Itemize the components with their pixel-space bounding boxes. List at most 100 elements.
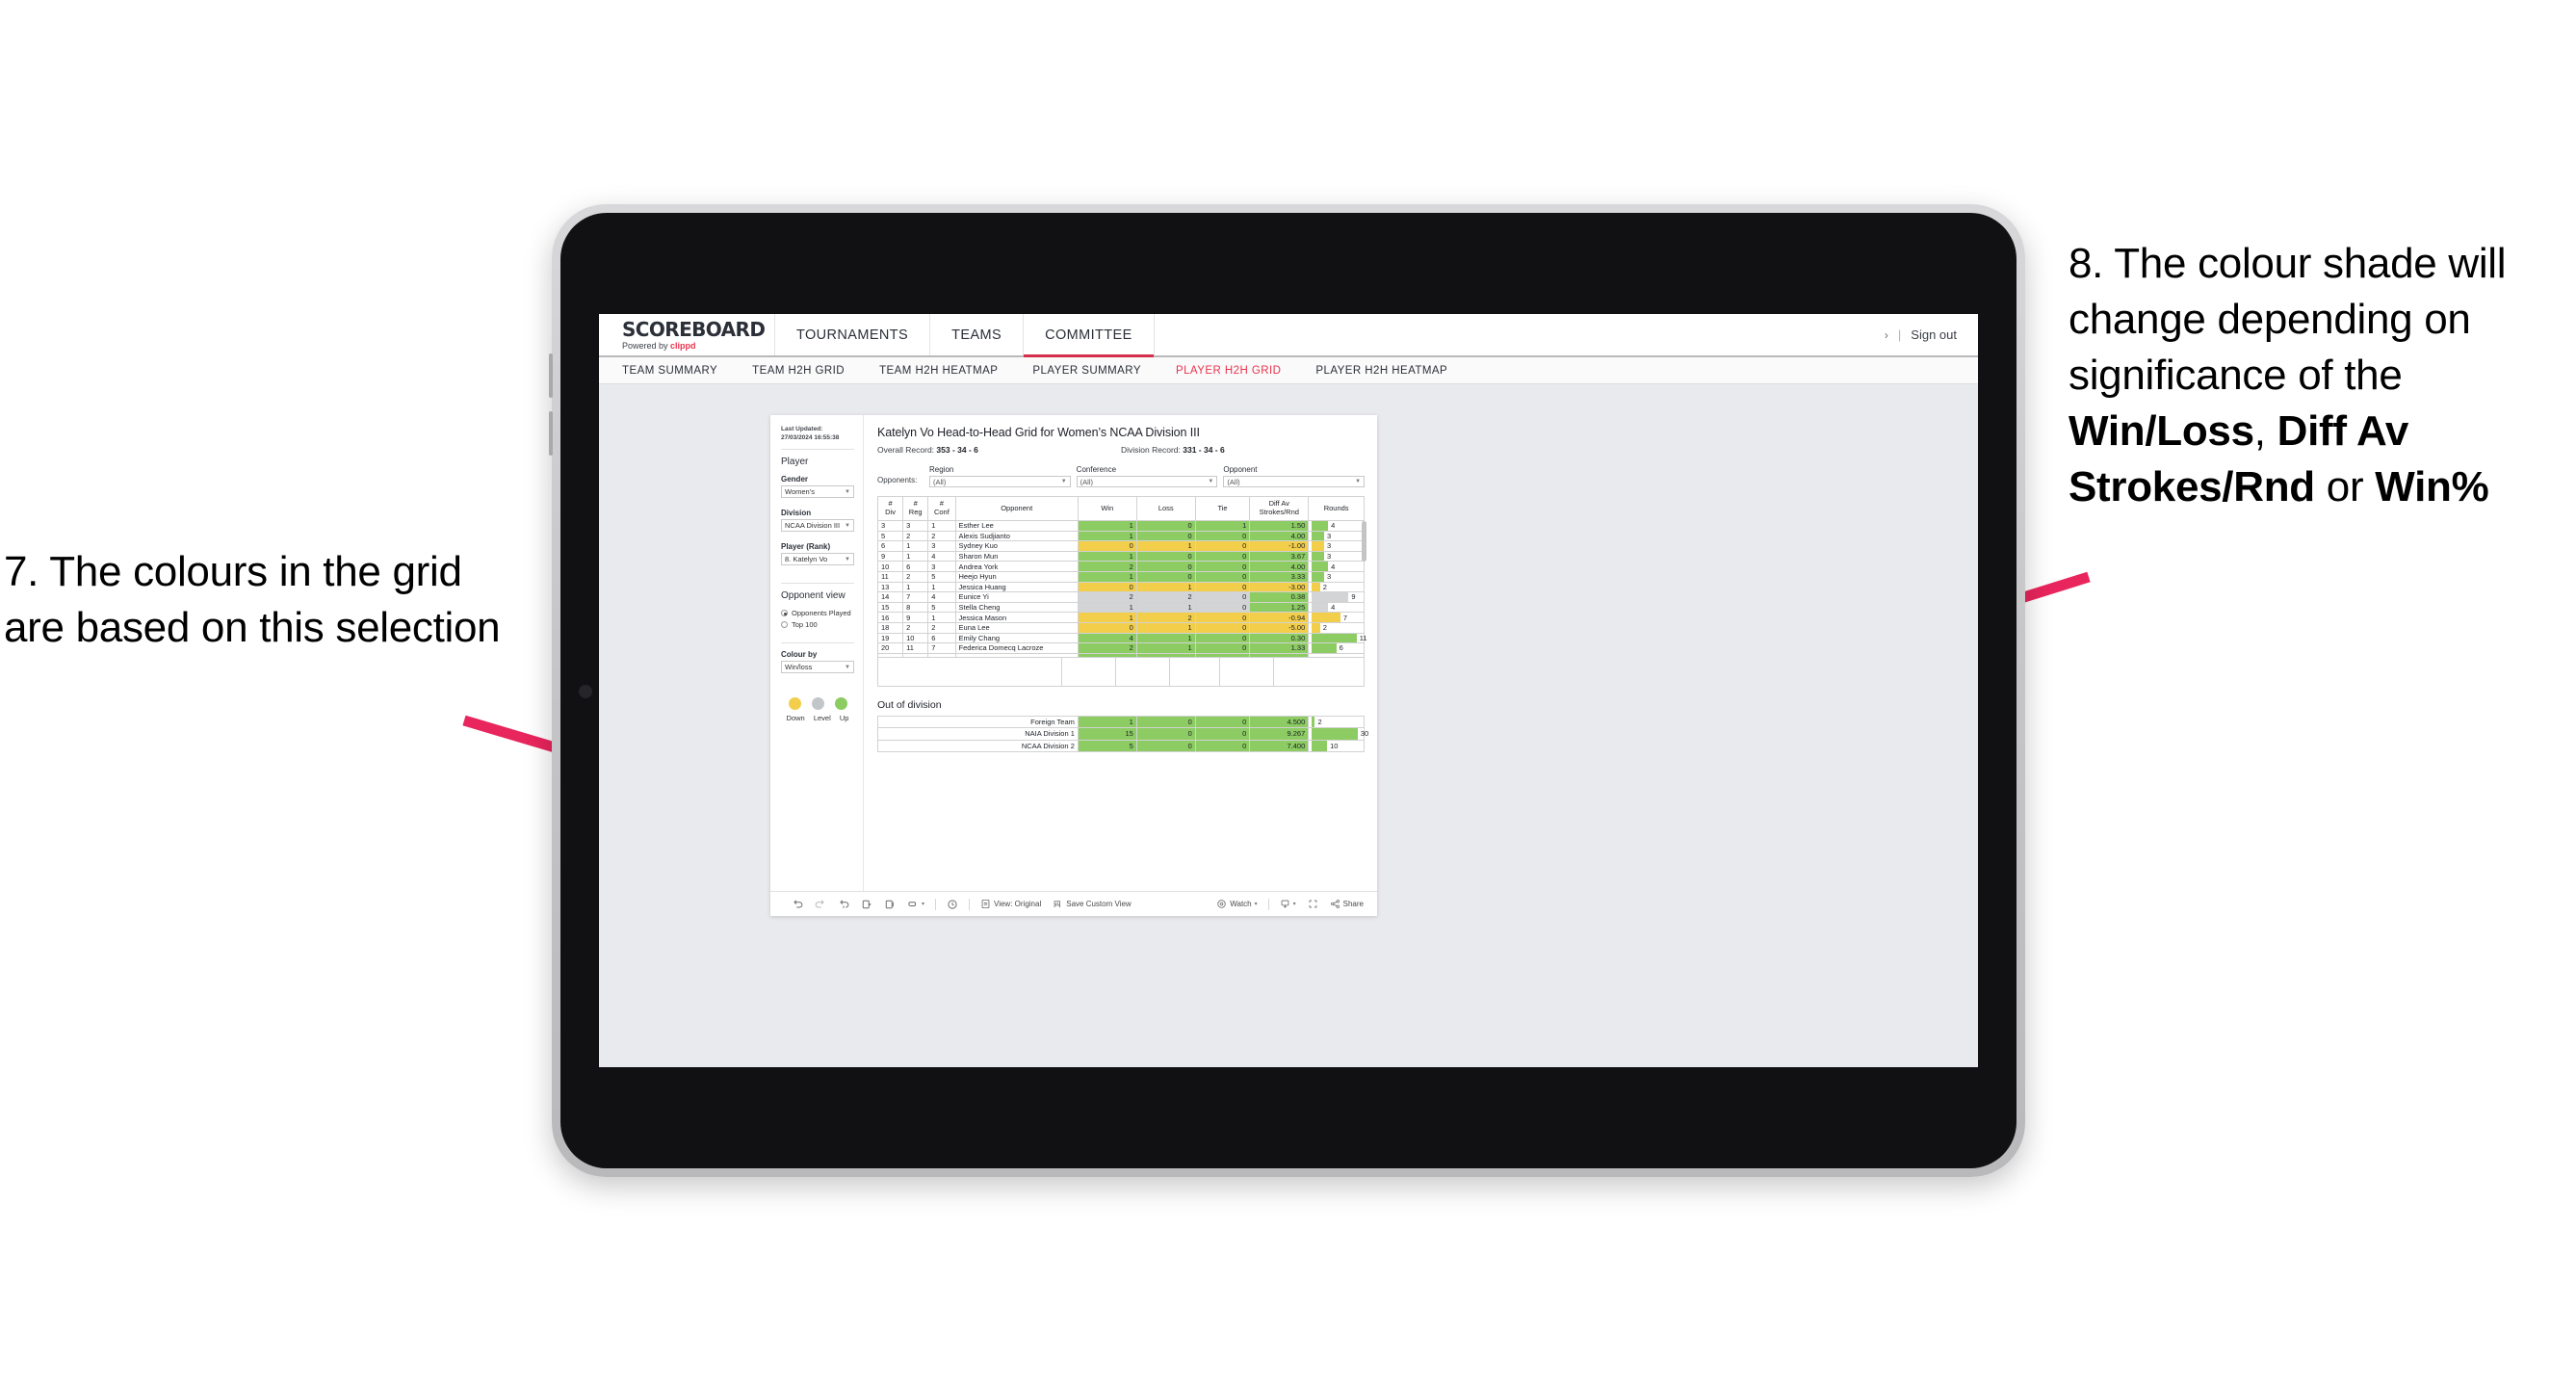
cell-win: 0 [1077, 540, 1137, 552]
conference-filter-select[interactable]: (All) ▼ [1076, 476, 1218, 487]
logo-wordmark: SCOREBOARD [622, 317, 766, 341]
view-original-button[interactable]: View: Original [975, 899, 1047, 909]
table-row[interactable]: 6 1 3 Sydney Kuo 0 1 0 -1.00 3 [876, 540, 1365, 552]
table-row[interactable]: 13 1 1 Jessica Huang 0 1 0 -3.00 2 [876, 581, 1365, 593]
cell-rounds: 3 [1308, 570, 1365, 583]
nav-item-committee[interactable]: COMMITTEE [1024, 314, 1155, 357]
rounds-value: 9 [1351, 592, 1356, 602]
cell-diff-av-strokes: 3.33 [1249, 570, 1310, 583]
app-logo[interactable]: SCOREBOARD Powered by clippd [599, 314, 775, 355]
out-of-division-row[interactable]: NAIA Division 1 15 0 0 9.267 30 [877, 727, 1369, 741]
out-of-division-title: Out of division [877, 698, 942, 711]
table-row[interactable]: 9 1 4 Sharon Mun 1 0 0 3.67 3 [876, 550, 1365, 562]
download-button[interactable]: ▾ [1274, 899, 1302, 909]
out-of-division-row[interactable]: Foreign Team 1 0 0 4.500 2 [877, 715, 1365, 729]
subnav-item-player-h2h-grid[interactable]: PLAYER H2H GRID [1176, 365, 1281, 377]
undo-button[interactable] [786, 899, 809, 910]
cell-ood-tie: 0 [1194, 715, 1251, 729]
tablet-screen: SCOREBOARD Powered by clippd TOURNAMENTS… [599, 314, 1978, 1067]
view-shape-button[interactable]: ▾ [901, 899, 930, 910]
sidebar-divider-3 [781, 642, 854, 644]
colour-by-label: Colour by [781, 650, 818, 660]
chevron-down-icon: ▾ [1254, 902, 1258, 907]
out-of-division-row[interactable]: NCAA Division 2 5 0 0 7.400 10 [877, 739, 1365, 753]
cell-loss: 0 [1135, 550, 1196, 562]
chevron-down-icon: ▼ [1355, 479, 1362, 484]
nav-item-teams-label: TEAMS [951, 327, 1002, 343]
cell-rounds: 4 [1308, 520, 1365, 532]
cell-win: 1 [1077, 612, 1137, 623]
chevron-right-icon[interactable]: › [1885, 328, 1888, 342]
table-row[interactable]: 10 6 3 Andrea York 2 0 0 4.00 4 [876, 561, 1365, 572]
colour-by-select[interactable]: Win/loss ▼ [781, 661, 854, 674]
cell-div: 14 [876, 591, 904, 603]
cell-loss: 2 [1135, 612, 1196, 623]
cell-win: 0 [1077, 581, 1137, 593]
subnav-item-team-h2h-heatmap[interactable]: TEAM H2H HEATMAP [879, 365, 998, 377]
legend-label-down: Down [786, 714, 805, 723]
table-row[interactable]: 19 10 6 Emily Chang 4 1 0 0.30 11 [876, 632, 1367, 644]
rounds-bar [1312, 613, 1340, 622]
history-button[interactable] [941, 899, 964, 910]
col-rounds: Rounds [1308, 496, 1365, 521]
refresh-button[interactable] [855, 899, 878, 910]
table-row[interactable]: 11 2 5 Heejo Hyun 1 0 0 3.33 3 [876, 570, 1365, 583]
cell-conf: 1 [927, 520, 956, 532]
annotation-8-bold-winpct: Win% [2375, 463, 2489, 511]
redo-button[interactable] [809, 899, 832, 910]
division-select[interactable]: NCAA Division III ▼ [781, 519, 854, 533]
screenshot-stage: 7. The colours in the grid are based on … [0, 0, 2576, 1386]
share-label: Share [1342, 900, 1364, 908]
h2h-grid-wrapper: # Div # Reg # Conf Opponent Win Loss Tie Di… [876, 496, 1367, 687]
cell-ood-name: Foreign Team [877, 715, 1079, 729]
table-row[interactable]: 20 11 7 Federica Domecq Lacroze 2 1 0 1.33 6 [876, 642, 1365, 654]
cell-rounds: 9 [1308, 591, 1365, 603]
cell-ood-loss: 0 [1135, 739, 1196, 753]
grid-scrollbar[interactable] [1362, 521, 1366, 562]
save-custom-view-button[interactable]: Save Custom View [1047, 899, 1136, 909]
gender-select[interactable]: Women’s ▼ [781, 485, 854, 499]
table-row[interactable]: 3 3 1 Esther Lee 1 0 1 1.50 4 [876, 520, 1365, 532]
overall-record: Overall Record: 353 - 34 - 6 [877, 445, 1121, 455]
rounds-value: 3 [1326, 541, 1332, 551]
cell-opponent: Esther Lee [954, 520, 1079, 532]
table-row[interactable]: 15 8 5 Stella Cheng 1 1 0 1.25 4 [876, 601, 1365, 614]
watch-button[interactable]: Watch ▾ [1210, 899, 1262, 909]
pause-updates-button[interactable] [878, 899, 901, 910]
opponent-filter-select[interactable]: (All) ▼ [1223, 476, 1366, 487]
subnav-item-player-h2h-heatmap[interactable]: PLAYER H2H HEATMAP [1315, 365, 1447, 377]
cell-ood-rounds: 10 [1308, 739, 1365, 753]
page-title: Katelyn Vo Head-to-Head Grid for Women’s… [877, 426, 1200, 439]
rounds-bar-cell: 2 [1312, 716, 1361, 728]
sign-out-link[interactable]: Sign out [1911, 327, 1957, 342]
cell-ood-win: 1 [1077, 715, 1137, 729]
rounds-value: 30 [1360, 729, 1369, 739]
col-tie: Tie [1194, 496, 1251, 521]
opponent-filter: Opponent (All) ▼ [1223, 465, 1366, 487]
table-row[interactable]: 5 2 2 Alexis Sudjianto 1 0 0 4.00 3 [876, 530, 1365, 542]
share-button[interactable]: Share [1324, 899, 1377, 909]
radio-opponents-played[interactable]: Opponents Played [781, 609, 854, 617]
table-row[interactable]: 14 7 4 Eunice Yi 2 2 0 0.38 9 [876, 591, 1365, 603]
nav-item-teams[interactable]: TEAMS [930, 314, 1025, 355]
player-rank-select[interactable]: 8. Katelyn Vo ▼ [781, 553, 854, 566]
radio-top-100[interactable]: Top 100 [781, 620, 854, 629]
region-filter-label: Region [929, 465, 954, 474]
tablet-bezel: SCOREBOARD Powered by clippd TOURNAMENTS… [560, 213, 2017, 1168]
col-div-line2: Div [885, 508, 896, 516]
chevron-down-icon: ▼ [845, 522, 850, 529]
table-row[interactable]: 16 9 1 Jessica Mason 1 2 0 -0.94 7 [876, 612, 1365, 623]
cell-win: 1 [1077, 520, 1137, 532]
table-row[interactable]: 18 2 2 Euna Lee 0 1 0 -5.00 2 [876, 621, 1365, 634]
cell-diff-av-strokes: -3.00 [1249, 581, 1310, 593]
subnav-item-team-h2h-grid[interactable]: TEAM H2H GRID [752, 365, 845, 377]
fullscreen-button[interactable] [1302, 899, 1324, 909]
nav-item-tournaments[interactable]: TOURNAMENTS [775, 314, 931, 355]
subnav-item-player-summary[interactable]: PLAYER SUMMARY [1032, 365, 1141, 377]
cell-diff-av-strokes: 1.33 [1249, 642, 1310, 654]
annotation-8-text: 8. The colour shade will change dependin… [2069, 236, 2569, 515]
h2h-grid-table: # Div # Reg # Conf Opponent Win Loss Tie Di… [876, 496, 1367, 658]
revert-button[interactable] [832, 899, 855, 910]
subnav-item-team-summary[interactable]: TEAM SUMMARY [622, 365, 717, 377]
region-filter-select[interactable]: (All) ▼ [929, 476, 1071, 487]
